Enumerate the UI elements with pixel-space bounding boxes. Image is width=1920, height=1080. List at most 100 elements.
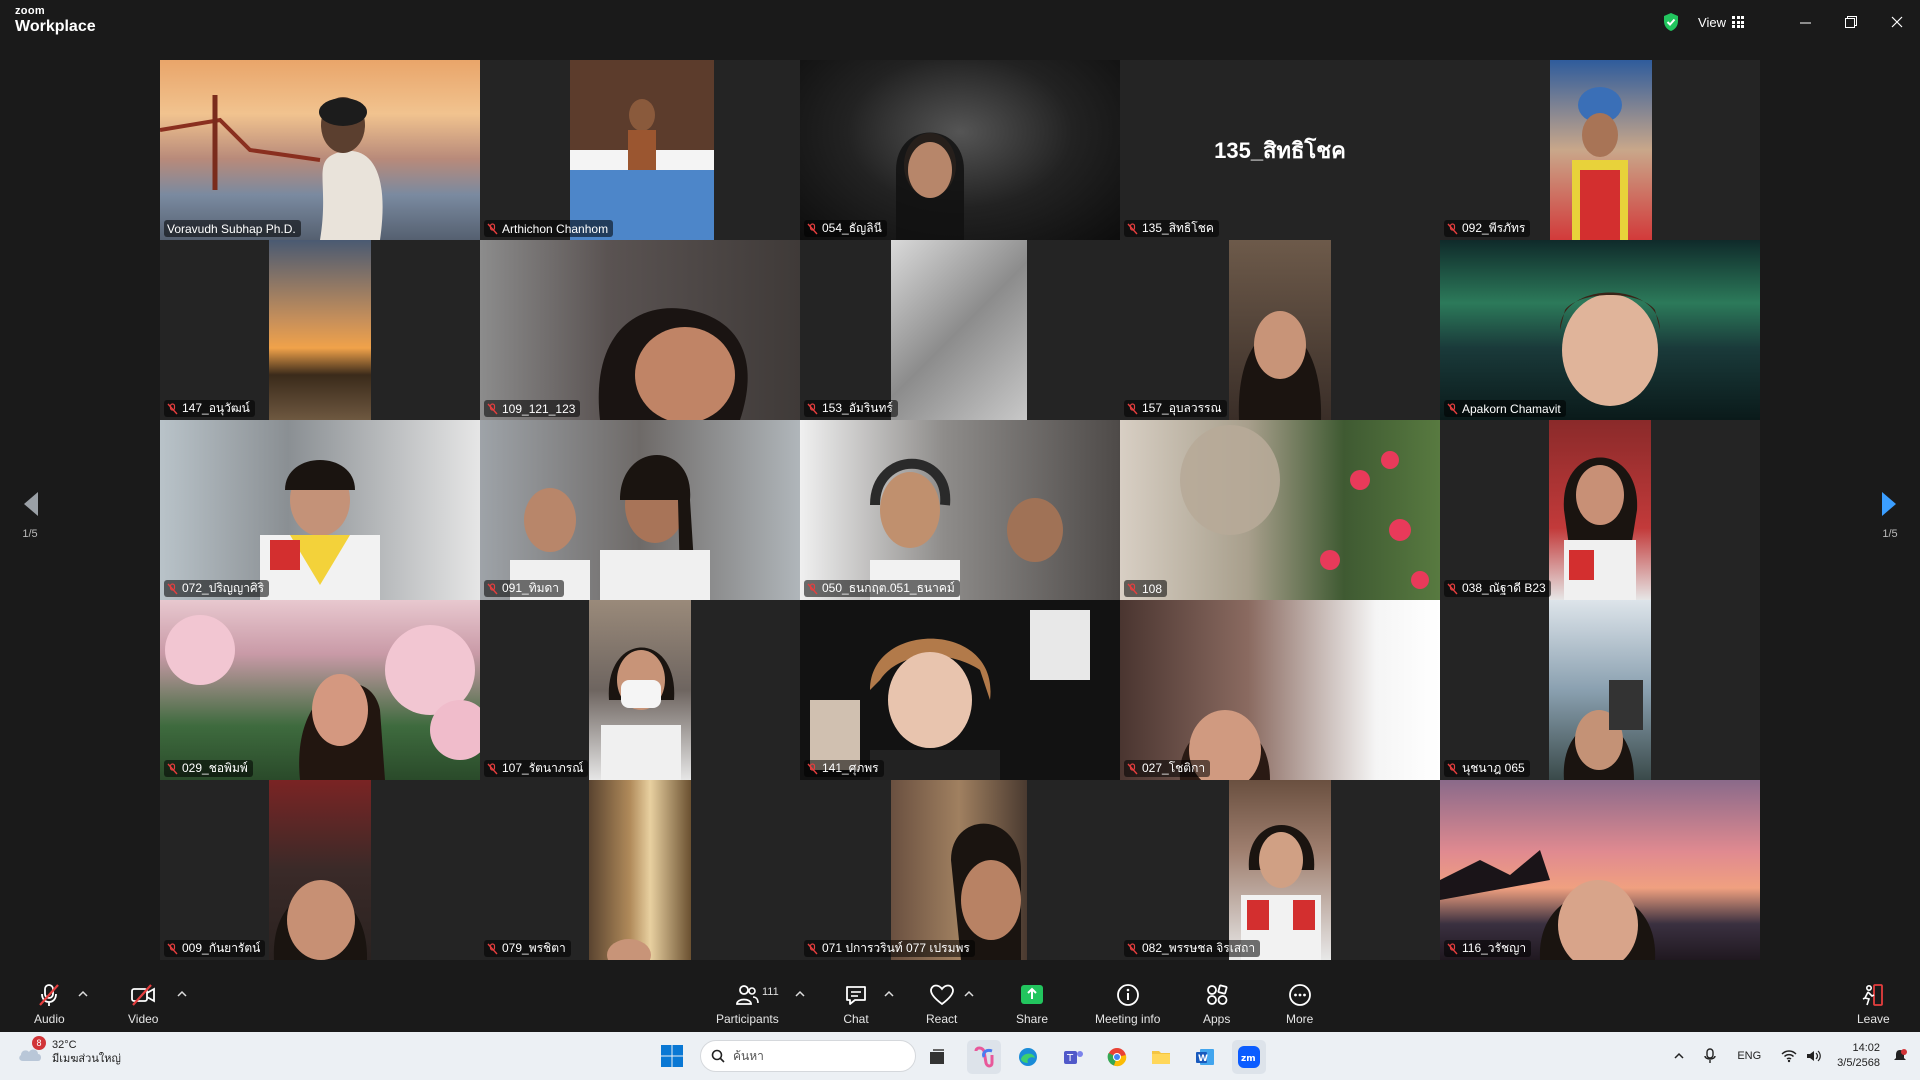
participant-tile[interactable]: 027_โชติกา <box>1120 600 1440 780</box>
mic-muted-icon <box>1127 222 1138 234</box>
participant-tile[interactable]: 108 <box>1120 420 1440 600</box>
clock-date: 3/5/2568 <box>1837 1057 1880 1069</box>
audio-button[interactable]: Audio <box>34 974 65 1032</box>
participant-name: 054_ธัญลินี <box>822 221 882 235</box>
participant-tile[interactable]: 050_ธนกฤต.051_ธนาคม์ <box>800 420 1120 600</box>
participant-tile[interactable]: 092_พีรภัทร <box>1440 60 1760 240</box>
video-feed <box>800 600 1120 780</box>
participant-tile[interactable]: 147_อนุวัฒน์ <box>160 240 480 420</box>
participant-tile[interactable]: 141_ศุภพร <box>800 600 1120 780</box>
video-button[interactable]: Video <box>128 974 158 1032</box>
video-content <box>1180 425 1429 589</box>
participant-tile[interactable]: Voravudh Subhap Ph.D. <box>160 60 480 240</box>
meeting-info-button[interactable]: Meeting info <box>1095 974 1160 1032</box>
participant-tile[interactable]: 029_ชอพิมพ์ <box>160 600 480 780</box>
chevron-left-icon <box>24 492 38 516</box>
participant-tile[interactable]: 038_ณัฐาดี B23 <box>1440 420 1760 600</box>
participant-tile[interactable]: 079_พรชิตา <box>480 780 800 960</box>
participant-name: 141_ศุภพร <box>822 761 879 775</box>
leave-button[interactable]: Leave <box>1857 974 1890 1032</box>
participant-name-tag: 141_ศุภพร <box>804 760 884 777</box>
participant-tile[interactable]: 082_พรรษชล จิรเสถา <box>1120 780 1440 960</box>
participant-tile[interactable]: 071 ปการวรินท์ 077 เปรมพร <box>800 780 1120 960</box>
participant-tile[interactable]: 107_รัตนาภรณ์ <box>480 600 800 780</box>
windows-start-icon[interactable] <box>660 1044 684 1068</box>
mic-muted-icon <box>807 942 818 954</box>
mic-muted-icon <box>807 222 818 234</box>
view-button[interactable]: View <box>1698 15 1744 30</box>
participant-tile[interactable]: 072_ปริญญาศิริ <box>160 420 480 600</box>
chat-button[interactable]: Chat <box>843 974 869 1032</box>
close-button[interactable] <box>1874 0 1920 44</box>
participant-tile[interactable]: 157_อุบลวรรณ <box>1120 240 1440 420</box>
audio-options-chevron-up-icon[interactable] <box>77 988 89 1000</box>
react-options-chevron-up-icon[interactable] <box>963 988 975 1000</box>
participants-options-chevron-up-icon[interactable] <box>794 988 806 1000</box>
notification-bell-icon[interactable] <box>1892 1048 1908 1064</box>
more-button[interactable]: More <box>1286 974 1313 1032</box>
input-language[interactable]: ENG <box>1737 1050 1761 1062</box>
participant-name-tag: 079_พรชิตา <box>484 940 571 957</box>
meeting-info-label: Meeting info <box>1095 1012 1161 1026</box>
word-button[interactable]: W <box>1188 1040 1222 1074</box>
restore-icon <box>1845 16 1857 28</box>
more-label: More <box>1286 1012 1314 1026</box>
video-options-chevron-up-icon[interactable] <box>176 988 188 1000</box>
video-content <box>273 880 368 960</box>
video-feed <box>1550 60 1652 240</box>
previous-page-button[interactable]: 1/5 <box>10 490 50 540</box>
microphone-icon[interactable] <box>1703 1048 1717 1064</box>
video-content <box>1563 457 1638 600</box>
share-button[interactable]: Share <box>1016 974 1048 1032</box>
participant-tile[interactable]: 091_ทิมดา <box>480 420 800 600</box>
taskbar-search-box[interactable]: ค้นหา <box>700 1040 916 1072</box>
video-content <box>165 615 480 780</box>
chat-label: Chat <box>843 1012 869 1026</box>
show-hidden-icons-chevron-up-icon[interactable] <box>1673 1050 1685 1062</box>
video-content <box>1572 87 1628 240</box>
participant-tile[interactable]: 054_ธัญลินี <box>800 60 1120 240</box>
participant-tile[interactable]: 153_อัมรินทร์ <box>800 240 1120 420</box>
task-view-button[interactable] <box>920 1040 954 1074</box>
participant-tile[interactable]: นุชนาฎ 065 <box>1440 600 1760 780</box>
participant-name: 091_ทิมดา <box>502 581 560 595</box>
video-content <box>1238 311 1322 420</box>
mic-muted-icon <box>1447 222 1458 234</box>
volume-icon[interactable] <box>1805 1049 1822 1063</box>
mic-muted-icon <box>167 762 178 774</box>
golden-gate-background <box>160 95 383 240</box>
participants-button[interactable]: Participants <box>716 974 779 1032</box>
participant-tile[interactable]: 116_วรัชญา <box>1440 780 1760 960</box>
edge-browser-button[interactable] <box>1011 1040 1045 1074</box>
participant-tile[interactable]: 135_สิทธิโชค 135_สิทธิโชค <box>1120 60 1440 240</box>
participant-tile[interactable]: 009_กันยารัตน์ <box>160 780 480 960</box>
participant-tile[interactable]: Arthichon Chanhom <box>480 60 800 240</box>
security-shield-icon[interactable] <box>1662 12 1680 32</box>
participant-name-tag: Arthichon Chanhom <box>484 220 614 237</box>
react-button[interactable]: React <box>926 974 957 1032</box>
chrome-button[interactable] <box>1100 1040 1134 1074</box>
chat-options-chevron-up-icon[interactable] <box>883 988 895 1000</box>
mic-muted-icon <box>807 762 818 774</box>
mic-muted-icon <box>39 984 60 1006</box>
wifi-icon[interactable] <box>1781 1049 1797 1063</box>
participant-name-tag: 038_ณัฐาดี B23 <box>1444 580 1551 597</box>
apps-button[interactable]: Apps <box>1203 974 1230 1032</box>
minimize-button[interactable] <box>1782 0 1828 44</box>
participant-tile[interactable]: Apakorn Chamavit <box>1440 240 1760 420</box>
next-page-button[interactable]: 1/5 <box>1870 490 1910 540</box>
search-icon <box>711 1049 725 1063</box>
weather-badge: 8 <box>32 1036 46 1050</box>
video-feed <box>1549 600 1651 780</box>
file-explorer-button[interactable] <box>1144 1040 1178 1074</box>
zoom-app-button[interactable]: zm <box>1232 1040 1266 1074</box>
clock[interactable]: 14:02 3/5/2568 <box>1837 1041 1880 1071</box>
weather-widget[interactable]: 8 32°C มีเมฆส่วนใหญ่ <box>16 1036 121 1067</box>
more-icon <box>1288 984 1311 1006</box>
participant-tile[interactable]: 109_121_123 <box>480 240 800 420</box>
teams-button[interactable]: T <box>1056 1040 1090 1074</box>
mic-muted-icon <box>1447 402 1458 414</box>
copilot-button[interactable] <box>967 1040 1001 1074</box>
restore-button[interactable] <box>1828 0 1874 44</box>
word-icon: W <box>1196 1049 1214 1065</box>
